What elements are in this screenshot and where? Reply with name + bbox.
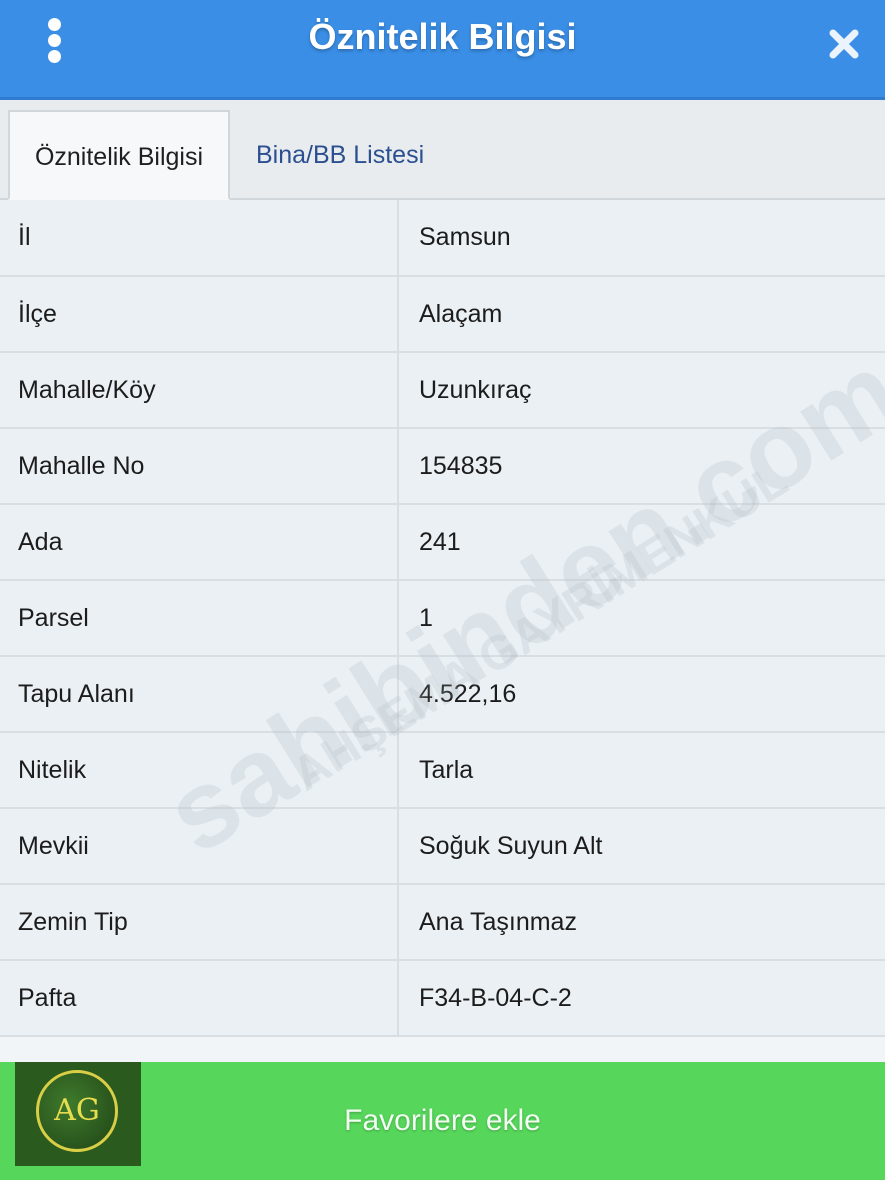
attribute-key: Mevkii	[0, 808, 399, 885]
attribute-value: Soğuk Suyun Alt	[398, 808, 885, 885]
close-icon-svg	[829, 29, 859, 59]
attribute-value: 241	[398, 504, 885, 581]
attribute-value: Alaçam	[398, 276, 885, 353]
table-row: İl Samsun	[0, 200, 885, 277]
tab-oznitelik-bilgisi[interactable]: Öznitelik Bilgisi	[8, 110, 230, 200]
table-row: Pafta F34-B-04-C-2	[0, 960, 885, 1037]
tab-bina-bb-listesi[interactable]: Bina/BB Listesi	[256, 110, 476, 200]
attribute-key: Parsel	[0, 580, 399, 657]
close-x-icon[interactable]	[824, 24, 864, 64]
attribute-key: Mahalle No	[0, 428, 399, 505]
attribute-value: 154835	[398, 428, 885, 505]
attribute-key: Tapu Alanı	[0, 656, 399, 733]
table-row: Zemin Tip Ana Taşınmaz	[0, 884, 885, 961]
table-row: Mahalle No 154835	[0, 428, 885, 505]
table-row: Parsel 1	[0, 580, 885, 657]
ag-logo: AG	[15, 1062, 141, 1166]
attribute-key: İl	[0, 200, 399, 277]
attribute-key: Mahalle/Köy	[0, 352, 399, 429]
table-row: İlçe Alaçam	[0, 276, 885, 353]
attribute-key: Zemin Tip	[0, 884, 399, 961]
table-row: Mahalle/Köy Uzunkıraç	[0, 352, 885, 429]
attribute-key: Nitelik	[0, 732, 399, 809]
attribute-table: İl Samsun İlçe Alaçam Mahalle/Köy Uzunkı…	[0, 200, 885, 1037]
attribute-value: Samsun	[398, 200, 885, 277]
attribute-value: Ana Taşınmaz	[398, 884, 885, 961]
table-row: Mevkii Soğuk Suyun Alt	[0, 808, 885, 885]
app-header: Öznitelik Bilgisi	[0, 0, 885, 100]
attribute-key: Pafta	[0, 960, 399, 1037]
tab-bar: Öznitelik Bilgisi Bina/BB Listesi	[0, 100, 885, 200]
table-row: Ada 241	[0, 504, 885, 581]
logo-text: AG	[54, 1093, 100, 1128]
attribute-value: Tarla	[398, 732, 885, 809]
attribute-value: 1	[398, 580, 885, 657]
table-row: Nitelik Tarla	[0, 732, 885, 809]
attribute-value: Uzunkıraç	[398, 352, 885, 429]
page-title: Öznitelik Bilgisi	[308, 16, 577, 57]
table-row: Tapu Alanı 4.522,16	[0, 656, 885, 733]
attribute-key: Ada	[0, 504, 399, 581]
attribute-value: F34-B-04-C-2	[398, 960, 885, 1037]
attribute-key: İlçe	[0, 276, 399, 353]
attribute-value: 4.522,16	[398, 656, 885, 733]
